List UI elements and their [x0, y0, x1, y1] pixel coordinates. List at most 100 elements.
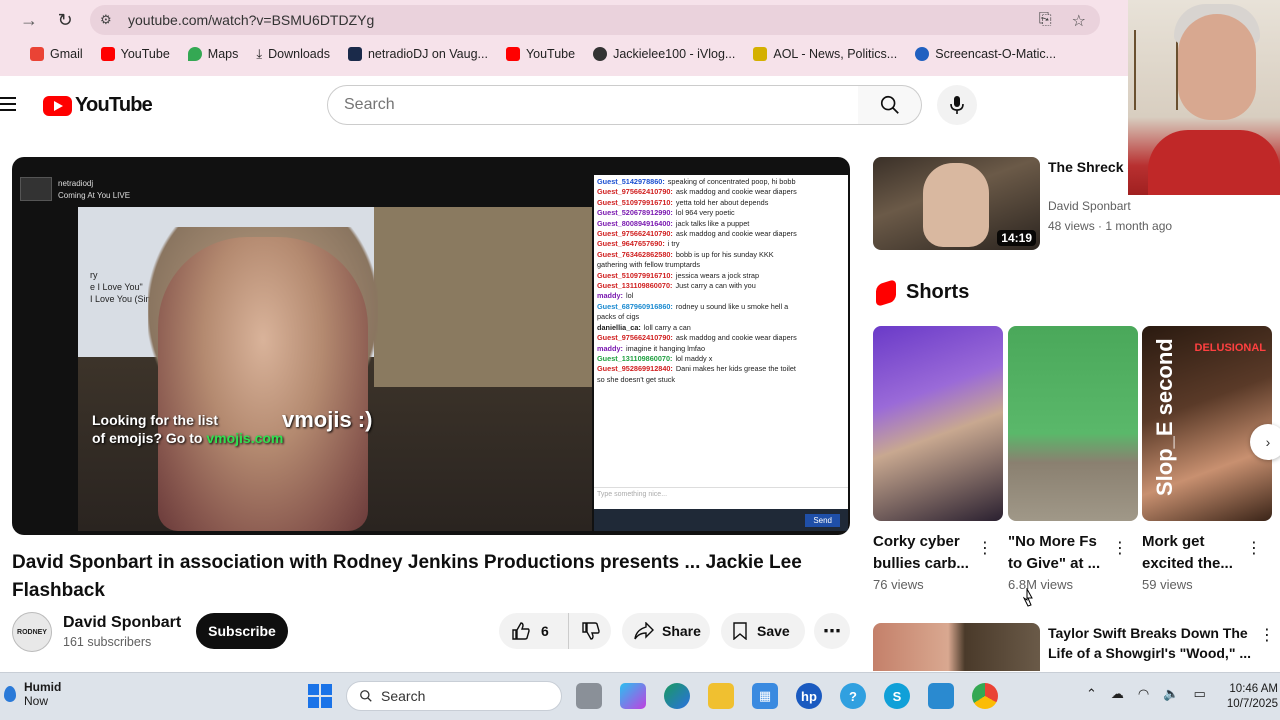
bookmark-jackielee[interactable]: Jackielee100 - iVlog... [593, 47, 735, 61]
short-title[interactable]: Corky cyber bullies carb... [873, 531, 977, 575]
chat-username[interactable]: Guest_131109860070: [597, 281, 672, 290]
recommended-video[interactable]: Taylor Swift Breaks Down The Life of a S… [873, 623, 1275, 673]
install-app-icon[interactable]: ⎘ [1039, 11, 1052, 31]
chat-username[interactable]: Guest_952869912840: [597, 364, 673, 373]
aol-icon [753, 47, 768, 61]
bookmark-youtube-2[interactable]: YouTube [505, 47, 575, 61]
bookmark-netradiodj[interactable]: netradioDJ on Vaug... [347, 47, 488, 61]
forward-icon[interactable]: → [18, 9, 40, 31]
security-shield-icon[interactable] [928, 683, 954, 709]
chat-username[interactable]: daniellia_ca: [597, 323, 641, 332]
chat-username[interactable]: maddy: [597, 291, 623, 300]
avatar-text: RODNEY [17, 628, 47, 636]
dislike-button[interactable] [569, 613, 601, 649]
video-player[interactable]: netradiodj Coming At You LIVE ry e I Lov… [12, 157, 850, 535]
site-info-icon[interactable]: ⚙ [100, 12, 116, 28]
caption-line: of emojis? Go to vmojis.com [92, 429, 283, 447]
wifi-icon[interactable]: ◠ [1138, 686, 1149, 702]
reload-icon[interactable]: ↻ [54, 9, 76, 31]
taskbar-search[interactable]: Search [346, 681, 562, 711]
chat-username[interactable]: Guest_510979916710: [597, 198, 673, 207]
microphone-icon [950, 96, 964, 114]
chrome-icon[interactable] [972, 683, 998, 709]
short-title[interactable]: Mork get excited the... [1142, 531, 1246, 575]
voice-search-button[interactable] [937, 85, 977, 125]
channel-avatar[interactable]: RODNEY [12, 612, 52, 652]
more-vertical-icon[interactable]: ⋮ [977, 538, 993, 558]
copilot-icon[interactable] [620, 683, 646, 709]
hp-icon[interactable]: hp [796, 683, 822, 709]
short-views: 59 views [1142, 577, 1193, 592]
task-view-icon[interactable] [576, 683, 602, 709]
video-thumbnail[interactable] [873, 623, 1040, 671]
skype-icon[interactable]: S [884, 683, 910, 709]
windows-taskbar: Humid Now Search ▦ hp ? S ⌃ ☁ ◠ 🔈 ▭ 10:4… [0, 672, 1280, 720]
recommended-channel[interactable]: David Sponbart [1048, 199, 1131, 213]
store-icon[interactable]: ▦ [752, 683, 778, 709]
chat-username[interactable]: Guest_687960916860: [597, 302, 673, 311]
windows-start-icon[interactable] [308, 684, 332, 708]
more-vertical-icon[interactable]: ⋮ [1259, 625, 1275, 645]
bookmark-label: Downloads [268, 47, 330, 61]
youtube-logo[interactable]: YouTube [43, 94, 153, 117]
more-actions-button[interactable]: ⋯ [814, 613, 850, 649]
system-clock[interactable]: 10:46 AM 10/7/2025 [1226, 682, 1278, 712]
shorts-next-button[interactable]: › [1250, 424, 1280, 460]
short-thumbnail[interactable] [873, 326, 1003, 521]
chat-username[interactable]: Guest_510979916710: [597, 271, 673, 280]
weather-widget[interactable]: Humid Now [4, 680, 61, 708]
chat-input[interactable]: Type something nice... [594, 487, 848, 509]
search-button[interactable] [858, 85, 922, 125]
recommended-title[interactable]: The Shreck c segment (au [1048, 157, 1128, 177]
bookmark-maps[interactable]: Maps [187, 47, 238, 61]
bookmark-screencast[interactable]: Screencast-O-Matic... [915, 47, 1056, 61]
volume-icon[interactable]: 🔈 [1163, 686, 1179, 702]
short-thumbnail[interactable]: DELUSIONAL Slop_E second [1142, 326, 1272, 521]
chat-username[interactable]: Guest_520678912990: [597, 208, 673, 217]
video-thumbnail[interactable]: 14:19 [873, 157, 1040, 250]
search-input[interactable] [344, 96, 824, 114]
menu-icon[interactable] [0, 97, 18, 115]
search-icon [880, 95, 899, 114]
more-vertical-icon[interactable]: ⋮ [1246, 538, 1262, 558]
chat-username[interactable]: Guest_131109860070: [597, 354, 672, 363]
chat-username[interactable]: Guest_975662410790: [597, 333, 673, 342]
chat-username[interactable]: Guest_975662410790: [597, 229, 673, 238]
address-bar[interactable]: ⚙ youtube.com/watch?v=BSMU6DTDZYg ⎘ ☆ [90, 5, 1100, 35]
bookmark-star-icon[interactable]: ☆ [1072, 11, 1086, 31]
like-button[interactable]: 6 [499, 613, 569, 649]
recommended-title[interactable]: Taylor Swift Breaks Down The Life of a S… [1048, 623, 1258, 663]
chat-message: maddy: lol [597, 291, 845, 301]
share-button[interactable]: Share [622, 613, 710, 649]
subscribe-button[interactable]: Subscribe [196, 613, 288, 649]
bookmark-label: YouTube [120, 47, 170, 61]
bookmark-gmail[interactable]: Gmail [30, 47, 83, 61]
chat-username[interactable]: Guest_9647657690: [597, 239, 665, 248]
chat-text: bobb is up for his sunday KKK [675, 249, 774, 259]
bookmark-youtube[interactable]: YouTube [100, 47, 170, 61]
chat-username[interactable]: maddy: [597, 344, 623, 353]
channel-name[interactable]: David Sponbart [63, 614, 181, 632]
save-button[interactable]: Save [721, 613, 805, 649]
chat-username[interactable]: Guest_5142978860: [597, 177, 665, 186]
chat-toolbar: Send [594, 509, 848, 531]
more-vertical-icon[interactable]: ⋮ [1112, 538, 1128, 558]
chat-username[interactable]: Guest_975662410790: [597, 187, 673, 196]
chat-username[interactable]: Guest_800894916400: [597, 219, 673, 228]
short-title[interactable]: "No More Fs to Give" at ... [1008, 531, 1112, 575]
file-explorer-icon[interactable] [708, 683, 734, 709]
short-thumbnail[interactable] [1008, 326, 1138, 521]
bookmark-downloads[interactable]: ⤓ Downloads [256, 46, 330, 62]
edge-icon[interactable] [664, 683, 690, 709]
help-icon[interactable]: ? [840, 683, 866, 709]
short-item[interactable]: "No More Fs to Give" at ... 6.8M views ⋮ [1008, 326, 1138, 592]
bookmark-aol[interactable]: AOL - News, Politics... [753, 47, 897, 61]
battery-icon[interactable]: ▭ [1193, 686, 1205, 702]
chat-username[interactable]: Guest_763462862580: [597, 250, 673, 259]
chat-send-button[interactable]: Send [805, 514, 840, 527]
chevron-up-icon[interactable]: ⌃ [1086, 686, 1097, 702]
chat-message: Guest_510979916710: jessica wears a jock … [597, 271, 845, 281]
short-item[interactable]: DELUSIONAL Slop_E second Mork get excite… [1142, 326, 1272, 592]
cloud-icon[interactable]: ☁ [1111, 686, 1124, 702]
short-item[interactable]: Corky cyber bullies carb... 76 views ⋮ [873, 326, 1003, 592]
